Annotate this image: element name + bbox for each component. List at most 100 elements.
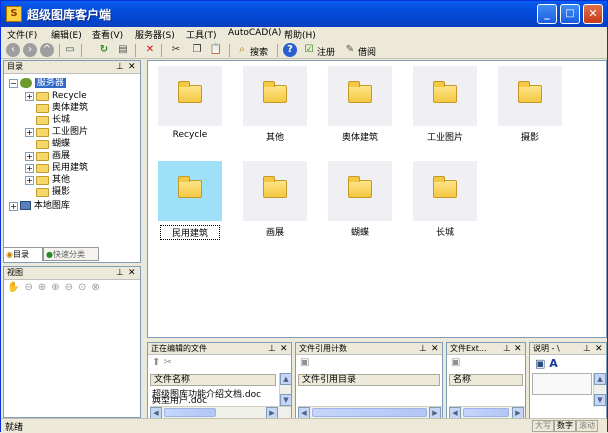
menu-tools[interactable]: 工具(T) [186,28,217,41]
tree-local-library[interactable]: 本地图库 [20,200,70,212]
close-panel-icon[interactable]: ✕ [431,343,439,355]
menu-server[interactable]: 服务器(S) [135,28,175,41]
zoom-actual-icon[interactable]: ⊗ [91,282,104,293]
list-item[interactable]: 典型用户.doc [152,397,207,405]
checkin-icon[interactable]: ⬆ [152,357,160,368]
thumbnail-item-selected[interactable]: 民用建筑 [158,161,222,240]
column-file-name[interactable]: 文件名称 [150,374,276,386]
thumbnail-item[interactable]: 长城 [413,161,477,239]
pin-icon[interactable]: ⊥ [116,267,124,279]
folder-nav-icon[interactable]: ▭ [63,43,77,57]
tree-item-other[interactable]: 其他 [52,174,70,186]
tab-quick-category[interactable]: ●快速分类 [43,247,99,261]
thumbnail-item[interactable]: 奥体建筑 [328,66,392,144]
menu-autocad[interactable]: AutoCAD(A) [228,28,281,38]
zoom-minus-icon[interactable]: ⊖ [65,282,78,293]
column-ref-dir[interactable]: 文件引用目录 [298,374,440,386]
tab-directory[interactable]: ◉目录 [3,247,43,261]
menu-help[interactable]: 帮助(H) [284,28,316,41]
tree-item-photography[interactable]: 摄影 [52,186,70,198]
close-panel-icon[interactable]: ✕ [595,343,603,355]
tree-item-recycle[interactable]: Recycle [52,90,87,102]
scroll-down-icon[interactable]: ▼ [594,394,606,406]
close-panel-icon[interactable]: ✕ [514,343,522,355]
expand-toggle[interactable]: + [25,92,34,101]
document-icon[interactable]: ▤ [116,43,130,57]
title-bar[interactable]: S 超级图库客户端 _ □ ✕ [1,1,607,27]
tree-item-industrial[interactable]: 工业图片 [52,126,88,138]
scroll-thumb[interactable] [312,408,427,417]
delete-icon[interactable]: ✕ [143,43,157,57]
menu-file[interactable]: 文件(F) [7,28,37,41]
copy-icon[interactable]: ❐ [190,43,204,57]
save-icon[interactable]: ▣ [535,357,545,370]
horizontal-scrollbar[interactable]: ◀ ▶ [449,406,525,419]
scroll-up-icon[interactable]: ▲ [280,373,292,385]
tree-item-butterfly[interactable]: 蝴蝶 [52,138,70,150]
close-panel-icon[interactable]: ✕ [280,343,288,355]
thumbnail-item[interactable]: 工业图片 [413,66,477,144]
save-icon[interactable]: ▣ [300,357,309,368]
tree-item-sports-building[interactable]: 奥体建筑 [52,102,88,114]
pin-icon[interactable]: ⊥ [583,343,591,355]
scroll-down-icon[interactable]: ▼ [280,394,292,406]
scroll-up-icon[interactable]: ▲ [594,373,606,385]
expand-toggle[interactable]: + [25,164,34,173]
vertical-scrollbar[interactable]: ▲ ▼ [279,373,292,407]
close-panel-icon[interactable]: ✕ [128,267,136,279]
zoom-fit-icon[interactable]: ⊙ [78,282,91,293]
close-panel-icon[interactable]: ✕ [128,61,136,73]
vertical-scrollbar[interactable]: ▲ ▼ [593,373,606,407]
up-icon[interactable]: ^ [40,43,54,57]
pin-icon[interactable]: ⊥ [419,343,427,355]
register-button[interactable]: 注册 [317,45,335,58]
expand-toggle[interactable]: + [9,202,18,211]
tree-item-great-wall[interactable]: 长城 [52,114,70,126]
expand-toggle[interactable]: + [25,176,34,185]
close-button[interactable]: ✕ [583,4,603,24]
thumbnail-item[interactable]: 蝴蝶 [328,161,392,239]
forward-icon[interactable]: › [23,43,37,57]
help-icon[interactable]: ? [283,43,297,57]
column-name[interactable]: 名称 [449,374,523,386]
thumbnail-item[interactable]: 摄影 [498,66,562,144]
scroll-thumb[interactable] [164,408,216,417]
expand-toggle[interactable]: + [25,152,34,161]
tree-item-civil-building[interactable]: 民用建筑 [52,162,88,174]
menu-edit[interactable]: 编辑(E) [51,28,82,41]
hand-tool-icon[interactable]: ✋ [7,282,24,293]
pin-icon[interactable]: ⊥ [503,343,511,355]
description-text-area[interactable] [532,373,592,395]
minimize-button[interactable]: _ [537,4,557,24]
search-icon[interactable]: ⌕ [235,43,249,57]
register-icon[interactable]: ☑ [302,43,316,57]
thumbnail-item[interactable]: 画展 [243,161,307,239]
zoom-out-icon[interactable]: ⊖ [24,282,37,293]
horizontal-scrollbar[interactable]: ◀ ▶ [150,406,291,419]
back-icon[interactable]: ‹ [6,43,20,57]
expand-toggle[interactable]: + [25,128,34,137]
thumbnail-item[interactable]: 其他 [243,66,307,144]
folder-icon [36,176,49,185]
pin-icon[interactable]: ⊥ [268,343,276,355]
menu-view[interactable]: 查看(V) [92,28,123,41]
feedback-icon[interactable]: ✎ [343,43,357,57]
tree-item-exhibition[interactable]: 画展 [52,150,70,162]
save-icon[interactable]: ▣ [451,357,460,368]
pin-icon[interactable]: ⊥ [116,61,124,73]
search-button[interactable]: 搜索 [250,45,268,58]
refresh-icon[interactable]: ↻ [97,43,111,57]
thumbnail-item[interactable]: Recycle [158,66,222,144]
horizontal-scrollbar[interactable]: ◀ ▶ [298,406,442,419]
scroll-thumb[interactable] [463,408,509,417]
cancel-edit-icon[interactable]: ✂ [164,357,172,368]
feedback-button[interactable]: 借阅 [358,45,376,58]
cut-icon[interactable]: ✂ [169,43,183,57]
font-icon[interactable]: A [549,357,558,370]
zoom-in-icon[interactable]: ⊕ [51,282,64,293]
maximize-button[interactable]: □ [560,4,580,24]
tree-root-server[interactable]: 服务器 [20,77,66,89]
collapse-toggle[interactable]: − [9,79,18,88]
zoom-region-icon[interactable]: ⊕ [38,282,51,293]
paste-icon[interactable]: 📋 [209,43,223,57]
